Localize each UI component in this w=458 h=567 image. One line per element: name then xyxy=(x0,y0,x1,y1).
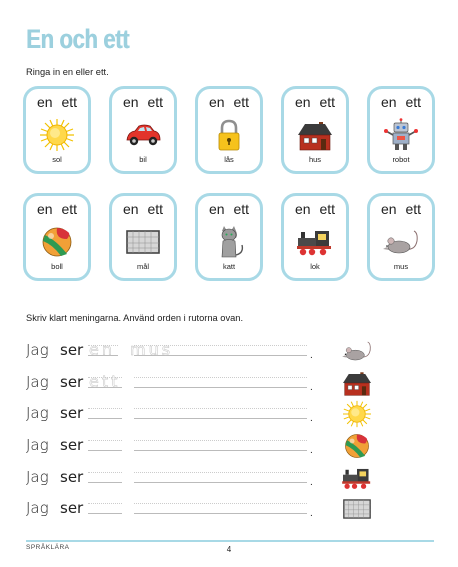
sun-icon xyxy=(37,118,77,152)
sentence-start: Jag xyxy=(26,468,49,486)
card-label: hus xyxy=(308,155,322,164)
sentence-end: . xyxy=(310,413,313,424)
answer-line-noun[interactable] xyxy=(134,387,307,388)
sentence-start: Jag xyxy=(26,499,49,517)
ball-icon xyxy=(339,432,375,460)
page-title: En och ett xyxy=(26,24,129,54)
card-article-choices[interactable]: en ett xyxy=(198,201,260,217)
trace-article: en xyxy=(89,340,115,360)
word-cards-grid: en ett sol en ett bil en ett lås en ett … xyxy=(23,86,435,282)
instruction-circle: Ringa in en eller ett. xyxy=(26,67,109,77)
cat-icon xyxy=(209,225,249,259)
card-label: bil xyxy=(139,155,147,164)
answer-line-noun[interactable] xyxy=(134,513,307,514)
sentence-start: Jag xyxy=(26,404,49,422)
sentence-end: . xyxy=(310,445,313,456)
goal-icon xyxy=(123,225,163,259)
card-article-choices[interactable]: en ett xyxy=(26,94,88,110)
card-label: lok xyxy=(310,262,320,271)
answer-line-noun[interactable] xyxy=(134,482,307,483)
sentence-end: . xyxy=(310,382,313,393)
house-icon xyxy=(339,369,375,397)
sentence-start: Jag xyxy=(26,373,49,391)
padlock-icon xyxy=(209,118,249,152)
card-article-choices[interactable]: en ett xyxy=(370,201,432,217)
answer-line-article[interactable] xyxy=(88,418,122,419)
mouse-icon xyxy=(381,225,421,259)
word-card: en ett sol xyxy=(23,86,91,174)
card-label: mus xyxy=(393,262,409,271)
card-label: mål xyxy=(136,262,150,271)
page-number: 4 xyxy=(226,545,232,554)
word-card: en ett mål xyxy=(109,193,177,281)
house-icon xyxy=(295,118,335,152)
card-article-choices[interactable]: en ett xyxy=(112,94,174,110)
card-article-choices[interactable]: en ett xyxy=(26,201,88,217)
sentence-row: Jag ser ett . xyxy=(26,372,446,405)
sentence-row: Jag ser en mus . xyxy=(26,340,446,373)
card-label: katt xyxy=(222,262,236,271)
sentence-verb: ser xyxy=(60,404,84,422)
sentence-start: Jag xyxy=(26,436,49,454)
sentence-end: . xyxy=(310,350,313,361)
sentence-row: Jag ser . xyxy=(26,468,446,500)
locomotive-icon xyxy=(339,464,375,492)
mouse-icon xyxy=(339,337,375,365)
word-card: en ett katt xyxy=(195,193,263,281)
car-icon xyxy=(123,118,163,152)
sentence-row: Jag ser . xyxy=(26,436,446,468)
sentence-verb: ser xyxy=(60,468,84,486)
answer-line-noun[interactable] xyxy=(134,418,307,419)
goal-icon xyxy=(339,495,375,523)
instruction-write: Skriv klart meningarna. Använd orden i r… xyxy=(26,313,244,323)
card-article-choices[interactable]: en ett xyxy=(284,94,346,110)
sentence-end: . xyxy=(310,508,313,519)
word-card: en ett boll xyxy=(23,193,91,281)
card-article-choices[interactable]: en ett xyxy=(370,94,432,110)
word-card: en ett hus xyxy=(281,86,349,174)
sentence-start: Jag xyxy=(26,341,49,359)
ball-icon xyxy=(37,225,77,259)
sentence-verb: ser xyxy=(60,373,84,391)
sentence-verb: ser xyxy=(60,436,84,454)
robot-icon xyxy=(381,118,421,152)
card-article-choices[interactable]: en ett xyxy=(284,201,346,217)
word-card: en ett bil xyxy=(109,86,177,174)
sentence-verb: ser xyxy=(60,499,84,517)
sentence-end: . xyxy=(310,477,313,488)
card-label: sol xyxy=(52,155,62,164)
trace-article: ett xyxy=(89,372,121,392)
sun-icon xyxy=(339,400,375,428)
word-card: en ett lok xyxy=(281,193,349,281)
card-label: robot xyxy=(392,155,410,164)
sentence-row: Jag ser . xyxy=(26,499,446,531)
card-article-choices[interactable]: en ett xyxy=(112,201,174,217)
answer-line-article[interactable] xyxy=(88,450,122,451)
card-label: lås xyxy=(224,155,234,164)
word-card: en ett lås xyxy=(195,86,263,174)
answer-line-noun[interactable] xyxy=(134,450,307,451)
answer-line-article[interactable] xyxy=(88,513,122,514)
card-label: boll xyxy=(51,262,63,271)
trace-noun: mus xyxy=(130,340,174,360)
word-card: en ett mus xyxy=(367,193,435,281)
card-article-choices[interactable]: en ett xyxy=(198,94,260,110)
sentence-verb: ser xyxy=(60,341,84,359)
footer-divider xyxy=(26,540,434,542)
locomotive-icon xyxy=(295,225,335,259)
answer-line-article[interactable] xyxy=(88,482,122,483)
word-card: en ett robot xyxy=(367,86,435,174)
sentence-row: Jag ser . xyxy=(26,404,446,436)
